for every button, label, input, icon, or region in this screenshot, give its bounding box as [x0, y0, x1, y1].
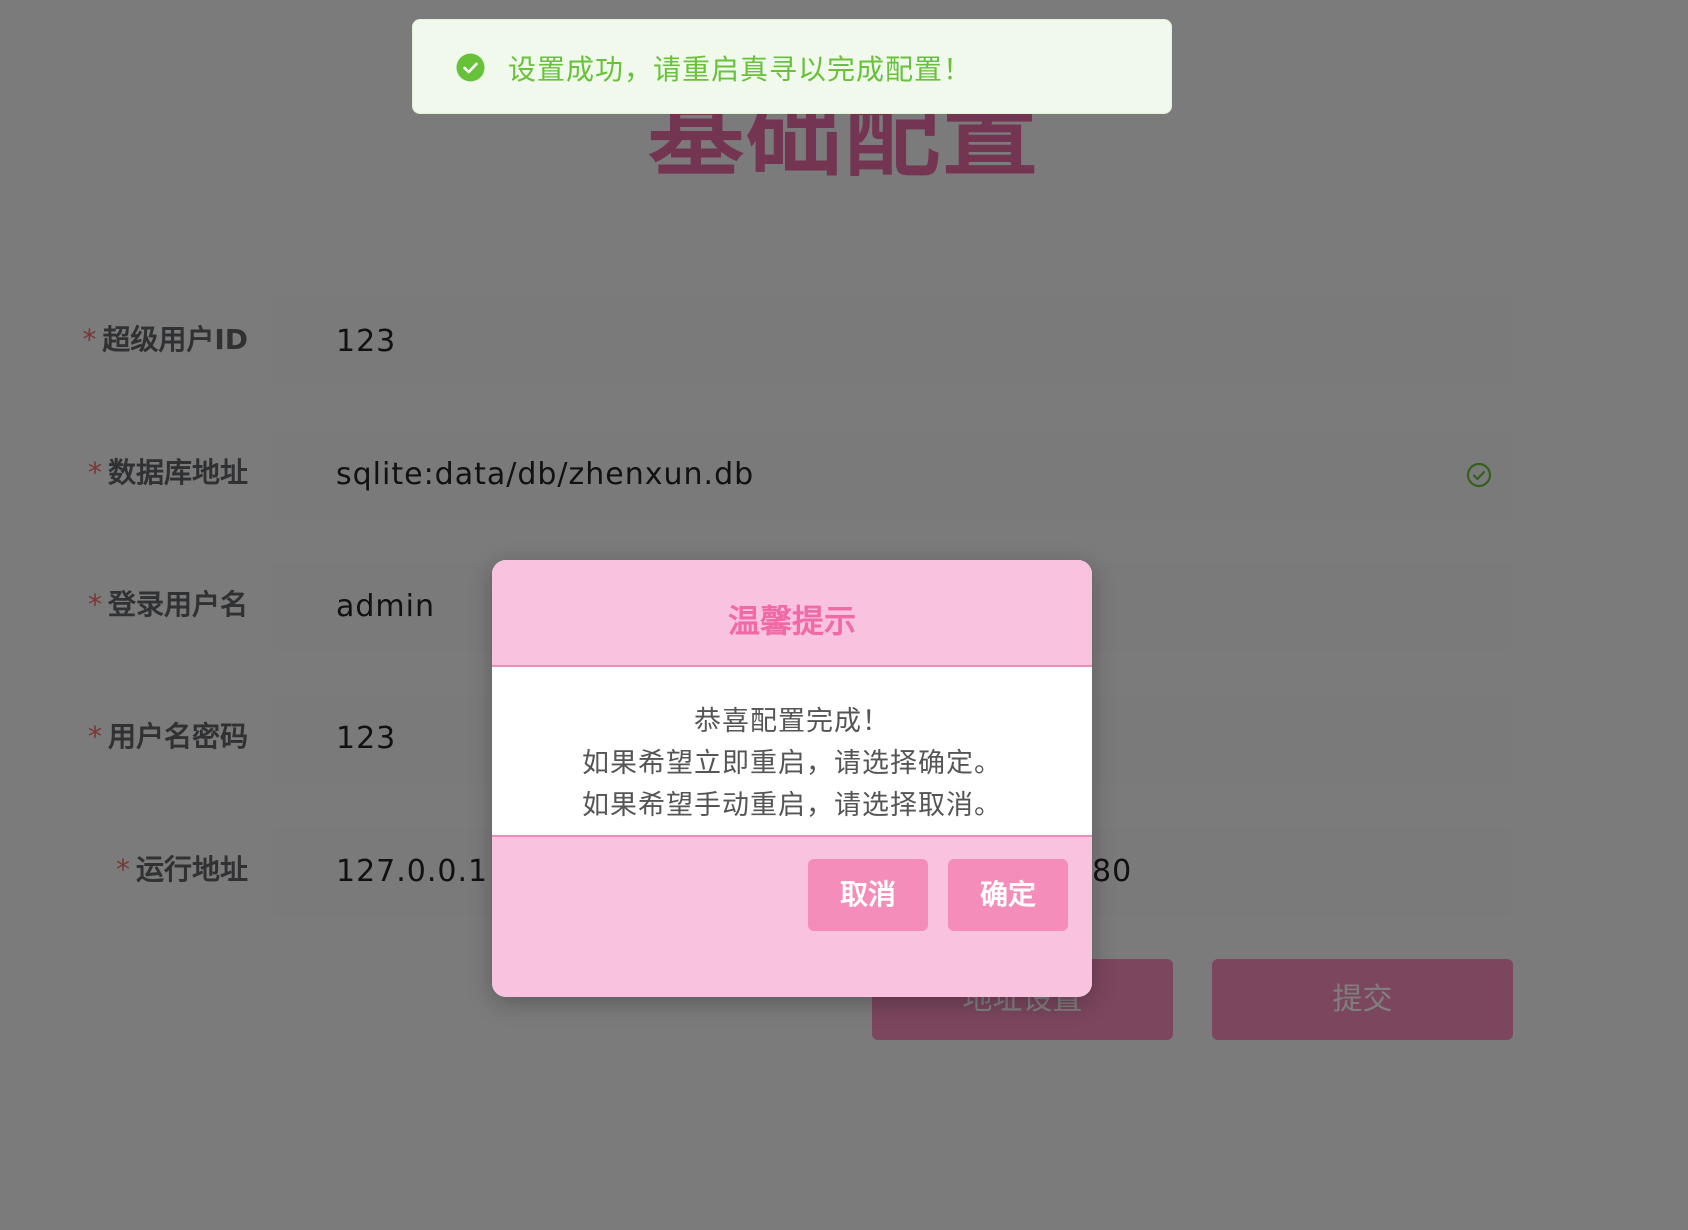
dialog-title: 温馨提示	[727, 602, 856, 640]
dialog-message-line: 如果希望立即重启，请选择确定。	[582, 748, 1002, 779]
toast-message: 设置成功，请重启真寻以完成配置！	[508, 53, 973, 86]
restart-dialog: 温馨提示 恭喜配置完成！ 如果希望立即重启，请选择确定。 如果希望手动重启，请选…	[492, 560, 1092, 997]
dialog-footer: 取消 确定	[492, 835, 1092, 997]
dialog-message-line: 恭喜配置完成！	[694, 706, 890, 737]
cancel-button[interactable]: 取消	[808, 859, 928, 931]
confirm-button[interactable]: 确定	[948, 859, 1068, 931]
dialog-message-line: 如果希望手动重启，请选择取消。	[582, 790, 1002, 821]
dialog-body: 恭喜配置完成！ 如果希望立即重启，请选择确定。 如果希望手动重启，请选择取消。	[492, 667, 1092, 835]
success-toast: 设置成功，请重启真寻以完成配置！	[412, 19, 1172, 114]
check-circle-icon	[456, 53, 485, 82]
dialog-header: 温馨提示	[492, 560, 1092, 667]
